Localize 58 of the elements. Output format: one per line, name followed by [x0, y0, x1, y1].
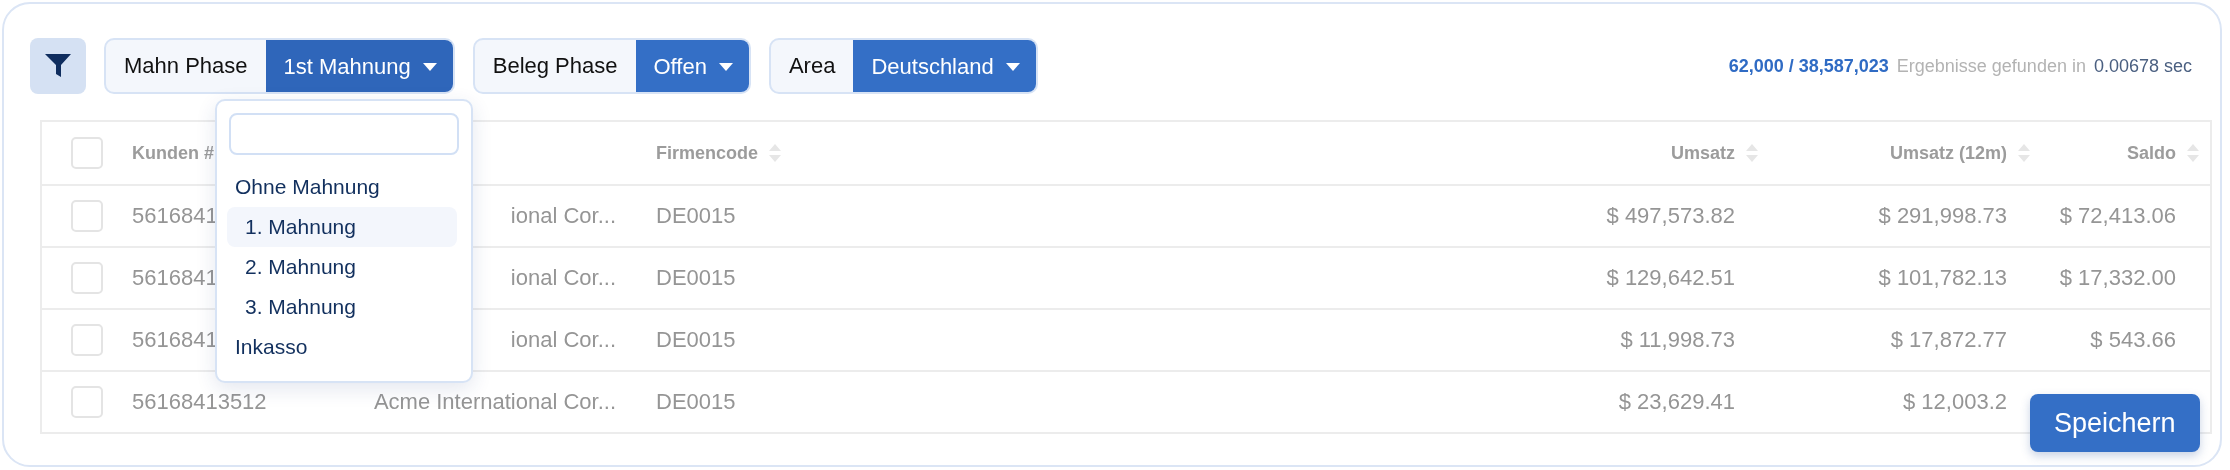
- table-cell: $ 291,998.73: [1878, 203, 2007, 229]
- result-label: Ergebnisse gefunden in: [1896, 55, 2086, 77]
- table-cell: 5616841: [132, 327, 218, 353]
- filter-dropdown[interactable]: Deutschland: [853, 40, 1036, 92]
- column-header: Saldo: [2127, 142, 2176, 164]
- column-header: Umsatz (12m): [1889, 142, 2007, 164]
- filter-dropdown[interactable]: 1st Mahnung: [265, 40, 453, 92]
- search-field[interactable]: [229, 113, 459, 155]
- dropdown-item[interactable]: 1. Mahnung: [227, 207, 457, 247]
- table-cell: $ 17,332.00: [2059, 265, 2176, 291]
- caret-icon: [422, 63, 437, 71]
- table-cell: $ 543.66: [2090, 327, 2176, 353]
- sort-icon[interactable]: [2186, 143, 2200, 163]
- table-cell: $ 101,782.13: [1878, 265, 2007, 291]
- table-cell: ional Cor...: [510, 327, 616, 353]
- dropdown-item[interactable]: Ohne Mahnung: [227, 167, 457, 207]
- filter-label: Area: [787, 52, 837, 80]
- table-cell: DE0015: [656, 327, 736, 353]
- row-checkbox[interactable]: [71, 324, 103, 356]
- result-count: 62,000 / 38,587,023: [1728, 55, 1889, 77]
- caret-icon: [1005, 63, 1020, 71]
- dropdown-item[interactable]: 3. Mahnung: [227, 287, 457, 327]
- table-cell: DE0015: [656, 389, 736, 415]
- table-cell: DE0015: [656, 203, 736, 229]
- table-cell: $ 497,573.82: [1606, 203, 1735, 229]
- table-cell: 5616841: [132, 265, 218, 291]
- select-all-checkbox[interactable]: [71, 137, 103, 169]
- column-header: Kunden #: [132, 142, 214, 164]
- table-cell: $ 12,003.2: [1903, 389, 2007, 415]
- table-cell: $ 17,872.77: [1890, 327, 2007, 353]
- table-cell: $ 129,642.51: [1606, 265, 1735, 291]
- row-checkbox[interactable]: [71, 200, 103, 232]
- result-time: 0.00678 sec: [2093, 55, 2192, 77]
- table-cell: 5616841: [132, 203, 218, 229]
- table-cell: $ 23,629.41: [1618, 389, 1735, 415]
- column-header: Firmencode: [656, 142, 759, 164]
- filter-label: Mahn Phase: [123, 52, 249, 80]
- row-checkbox[interactable]: [71, 262, 103, 294]
- save-button[interactable]: Speichern: [2030, 394, 2200, 452]
- table-cell: ional Cor...: [510, 203, 616, 229]
- sort-icon[interactable]: [1745, 143, 1759, 163]
- caret-icon: [718, 63, 733, 71]
- funnel-icon: [44, 53, 72, 79]
- filter-label: Beleg Phase: [491, 52, 619, 80]
- table-cell: $ 11,998.73: [1620, 327, 1735, 353]
- column-header: Umsatz: [1670, 142, 1735, 164]
- table-cell: 56168413512: [132, 389, 267, 415]
- dropdown-item[interactable]: 2. Mahnung: [227, 247, 457, 287]
- dropdown-item[interactable]: Inkasso: [227, 327, 457, 367]
- table-cell: ional Cor...: [510, 265, 616, 291]
- filter-dropdown[interactable]: Offen: [635, 40, 749, 92]
- table-cell: Acme International Cor...: [373, 389, 616, 415]
- table-cell: $ 72,413.06: [2059, 203, 2176, 229]
- sort-icon[interactable]: [768, 143, 783, 163]
- filter-button[interactable]: [30, 38, 86, 94]
- sort-icon[interactable]: [2017, 143, 2031, 163]
- row-checkbox[interactable]: [71, 386, 103, 418]
- table-cell: DE0015: [656, 265, 736, 291]
